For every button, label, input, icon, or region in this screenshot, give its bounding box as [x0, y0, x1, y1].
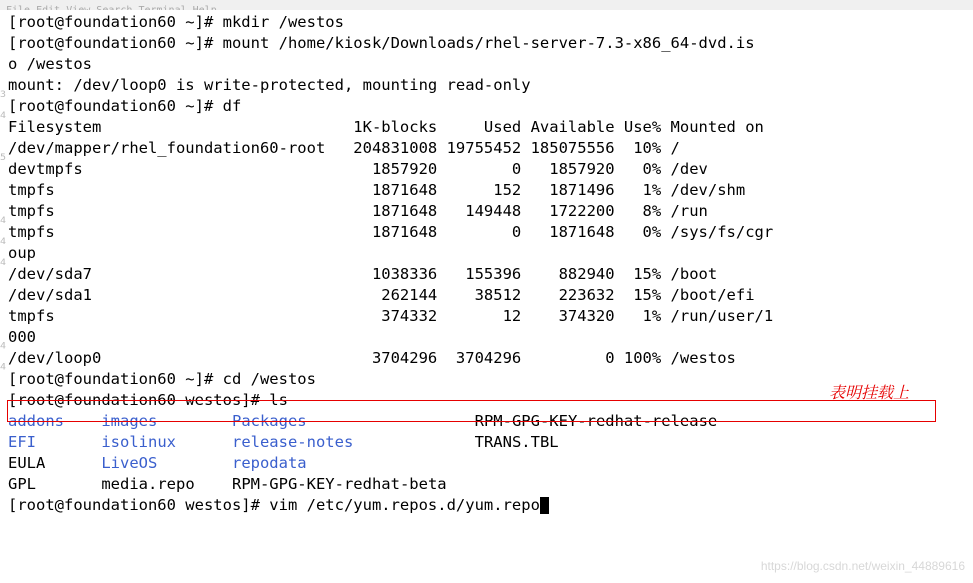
cmd-mount: [root@foundation60 ~]# mount /home/kiosk… [8, 33, 969, 54]
ls-entry-file: TRANS.TBL [475, 433, 559, 451]
df-row: tmpfs 1871648 149448 1722200 8% /run [8, 201, 969, 222]
df-row: tmpfs 1871648 152 1871496 1% /dev/shm [8, 180, 969, 201]
ls-entry-dir: repodata [232, 454, 307, 472]
df-row-wrap: oup [8, 243, 969, 264]
ls-entry-dir: EFI [8, 433, 36, 451]
cursor [540, 497, 549, 514]
ls-entry-file: EULA [8, 454, 83, 472]
ls-entry-file: GPL [8, 475, 83, 493]
cmd-mount-wrap: o /westos [8, 54, 969, 75]
menubar[interactable]: File Edit View Search Terminal Help [0, 0, 973, 10]
df-row: /dev/loop0 3704296 3704296 0 100% /westo… [8, 348, 969, 369]
highlight-box-loop0 [7, 400, 936, 422]
ls-entry-dir: LiveOS [101, 454, 157, 472]
df-header: Filesystem 1K-blocks Used Available Use%… [8, 117, 969, 138]
df-row-wrap: 000 [8, 327, 969, 348]
df-row: tmpfs 1871648 0 1871648 0% /sys/fs/cgr [8, 222, 969, 243]
cmd-vim: [root@foundation60 westos]# vim /etc/yum… [8, 495, 969, 516]
df-row: /dev/mapper/rhel_foundation60-root 20483… [8, 138, 969, 159]
ls-entry-file: RPM-GPG-KEY-redhat-beta [232, 475, 456, 493]
cmd-df: [root@foundation60 ~]# df [8, 96, 969, 117]
df-row: /dev/sda1 262144 38512 223632 15% /boot/… [8, 285, 969, 306]
mount-msg: mount: /dev/loop0 is write-protected, mo… [8, 75, 969, 96]
terminal-output[interactable]: [root@foundation60 ~]# mkdir /westos[roo… [0, 10, 973, 516]
cmd-mkdir: [root@foundation60 ~]# mkdir /westos [8, 12, 969, 33]
ls-row: EFI isolinux release-notes TRANS.TBL [8, 432, 969, 453]
ls-entry-dir: isolinux [101, 433, 176, 451]
ls-row: EULA LiveOS repodata [8, 453, 969, 474]
ls-row: GPL media.repo RPM-GPG-KEY-redhat-beta [8, 474, 969, 495]
watermark: https://blog.csdn.net/weixin_44889616 [761, 556, 965, 577]
cmd-cd: [root@foundation60 ~]# cd /westos [8, 369, 969, 390]
ls-entry-file: media.repo [101, 475, 213, 493]
df-row: tmpfs 374332 12 374320 1% /run/user/1 [8, 306, 969, 327]
ls-entry-dir: release-notes [232, 433, 353, 451]
df-row: devtmpfs 1857920 0 1857920 0% /dev [8, 159, 969, 180]
df-row: /dev/sda7 1038336 155396 882940 15% /boo… [8, 264, 969, 285]
annotation-mount-success: 表明挂载上 [829, 381, 909, 402]
